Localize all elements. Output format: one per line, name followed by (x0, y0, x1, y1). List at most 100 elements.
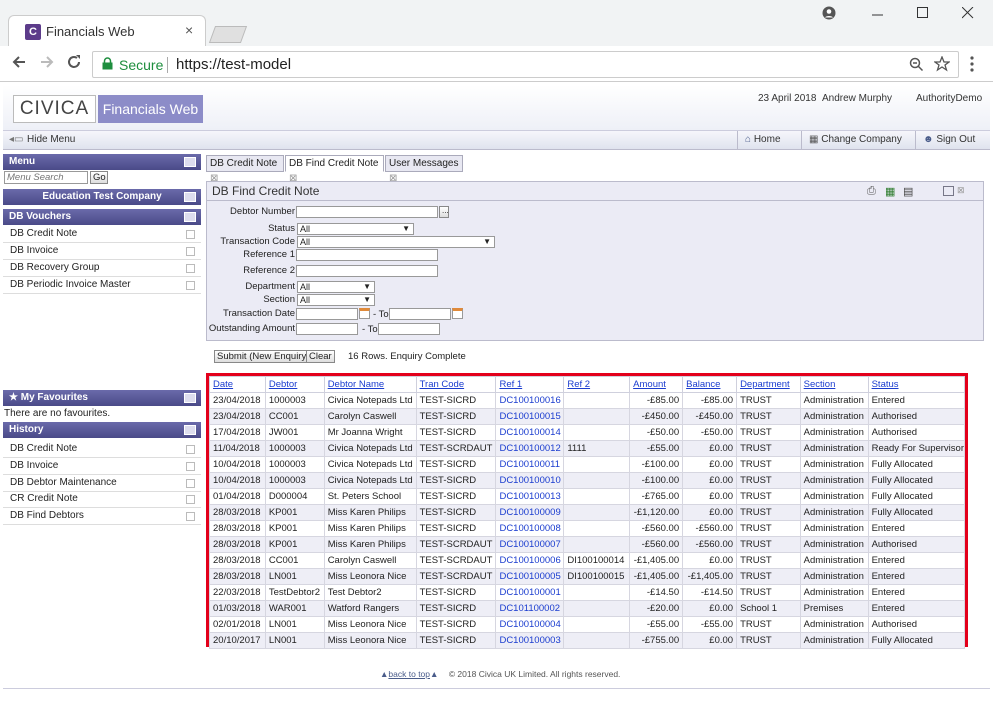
open-link-icon[interactable] (186, 445, 195, 454)
sign-out-button[interactable]: ☻ Sign Out (923, 134, 975, 145)
history-item-cr-credit-note[interactable]: CR Credit Note (3, 491, 201, 508)
clear-button[interactable]: Clear (306, 350, 335, 363)
history-item-db-invoice[interactable]: DB Invoice (3, 458, 201, 475)
bookmark-star-icon[interactable] (933, 55, 951, 75)
panel-close-icon[interactable]: ⊠ (957, 185, 965, 196)
table-cell[interactable]: DC100100005 (495, 568, 565, 585)
table-cell[interactable]: DC100100007 (495, 536, 565, 553)
table-cell[interactable]: DC100100003 (495, 632, 565, 649)
reference2-input[interactable] (296, 265, 438, 277)
table-row[interactable]: 11/04/2018 1000003 Civica Notepads Ltd TEST… (209, 440, 966, 457)
status-select[interactable]: All ▼ (297, 223, 414, 235)
back-to-top-link[interactable]: back to top (388, 669, 430, 679)
open-link-icon[interactable] (186, 495, 195, 504)
tab-db-find-credit-note[interactable]: DB Find Credit Note ⊠ (285, 155, 384, 184)
submit-new-enquiry-button[interactable]: Submit (New Enquiry) (214, 350, 313, 363)
table-cell[interactable]: DC100100009 (495, 504, 565, 521)
table-row[interactable]: 28/03/2018 KP001 Miss Karen Philips TEST-SI… (209, 504, 966, 521)
panel-toggle-icon[interactable] (184, 192, 196, 202)
open-link-icon[interactable] (186, 479, 195, 488)
table-row[interactable]: 10/04/2018 1000003 Civica Notepads Ltd TEST… (209, 456, 966, 473)
maximize-icon[interactable] (917, 6, 929, 23)
table-row[interactable]: 23/04/2018 1000003 Civica Notepads Ltd TEST… (209, 392, 966, 409)
column-header[interactable]: Ref 2 (563, 376, 631, 393)
sidebar-item-db-credit-note[interactable]: DB Credit Note (3, 226, 201, 243)
outstanding-amount-from-input[interactable] (296, 323, 358, 335)
column-header[interactable]: Debtor Name (323, 376, 417, 393)
layout-icon[interactable]: ▤ (903, 185, 913, 198)
table-row[interactable]: 20/10/2017 LN001 Miss Leonora Nice TEST-SIC… (209, 632, 966, 649)
table-row[interactable]: 28/03/2018 LN001 Miss Leonora Nice TEST-SCR… (209, 568, 966, 585)
browser-tab[interactable]: C Financials Web × (8, 15, 206, 46)
column-header[interactable]: Tran Code (415, 376, 497, 393)
column-header[interactable]: Amount (629, 376, 684, 393)
back-icon[interactable] (11, 54, 27, 75)
url-text[interactable]: https://test-model (176, 56, 291, 73)
table-cell[interactable]: DC100100012 (495, 440, 565, 457)
change-company-button[interactable]: ▦ Change Company (809, 134, 902, 145)
browser-menu-icon[interactable] (970, 56, 974, 75)
calendar-icon[interactable] (452, 308, 463, 319)
table-cell[interactable]: DC100100014 (495, 424, 565, 441)
history-item-db-find-debtors[interactable]: DB Find Debtors (3, 508, 201, 525)
open-link-icon[interactable] (186, 512, 195, 521)
omnibox[interactable]: Secure https://test-model (92, 51, 959, 78)
table-cell[interactable]: DC100100011 (495, 456, 565, 473)
open-link-icon[interactable] (186, 281, 195, 290)
department-select[interactable]: All ▼ (297, 281, 375, 293)
forward-icon[interactable] (39, 54, 55, 75)
print-icon[interactable]: ⎙ (867, 185, 876, 198)
transaction-code-select[interactable]: All ▼ (297, 236, 495, 248)
table-row[interactable]: 23/04/2018 CC001 Carolyn Caswell TEST-SICRD… (209, 408, 966, 425)
table-row[interactable]: 22/03/2018 TestDebtor2 Test Debtor2 TEST-SI… (209, 584, 966, 601)
zoom-icon[interactable] (909, 57, 924, 75)
export-icon[interactable]: ▦ (885, 185, 895, 198)
panel-toggle-icon[interactable] (184, 425, 196, 435)
reference1-input[interactable] (296, 249, 438, 261)
column-header[interactable]: Status (867, 376, 966, 393)
table-cell[interactable]: DC101100002 (495, 600, 565, 617)
table-cell[interactable]: DC100100004 (495, 616, 565, 633)
history-item-db-credit-note[interactable]: DB Credit Note (3, 441, 201, 458)
table-cell[interactable]: DC100100010 (495, 472, 565, 489)
transaction-date-to-input[interactable] (389, 308, 451, 320)
table-cell[interactable]: DC100100008 (495, 520, 565, 537)
column-header[interactable]: Section (799, 376, 869, 393)
hide-menu-button[interactable]: ◂▭ Hide Menu (9, 134, 75, 145)
section-select[interactable]: All ▼ (297, 294, 375, 306)
table-cell[interactable]: DC100100013 (495, 488, 565, 505)
expand-icon[interactable] (184, 212, 196, 222)
profile-icon[interactable] (822, 6, 836, 24)
table-row[interactable]: 01/03/2018 WAR001 Watford Rangers TEST-SICR… (209, 600, 966, 617)
table-row[interactable]: 01/04/2018 D000004 St. Peters School TEST-S… (209, 488, 966, 505)
tab-db-credit-note[interactable]: DB Credit Note ⊠ (206, 155, 284, 184)
open-link-icon[interactable] (186, 462, 195, 471)
minimize-icon[interactable] (872, 6, 884, 23)
table-row[interactable]: 28/03/2018 KP001 Miss Karen Philips TEST-SI… (209, 520, 966, 537)
table-row[interactable]: 17/04/2018 JW001 Mr Joanna Wright TEST-SICR… (209, 424, 966, 441)
table-cell[interactable]: DC100100006 (495, 552, 565, 569)
table-cell[interactable]: DC100100001 (495, 584, 565, 601)
column-header[interactable]: Debtor (264, 376, 325, 393)
open-link-icon[interactable] (186, 230, 195, 239)
tab-user-messages[interactable]: User Messages ⊠ (385, 155, 463, 184)
new-tab-button[interactable] (208, 26, 248, 43)
table-row[interactable]: 10/04/2018 1000003 Civica Notepads Ltd TEST… (209, 472, 966, 489)
column-header[interactable]: Balance (682, 376, 738, 393)
restore-icon[interactable] (943, 186, 954, 196)
column-header[interactable]: Ref 1 (495, 376, 565, 393)
table-cell[interactable]: DC100100016 (495, 392, 565, 409)
panel-toggle-icon[interactable] (184, 157, 196, 167)
outstanding-amount-to-input[interactable] (378, 323, 440, 335)
transaction-date-from-input[interactable] (296, 308, 358, 320)
menu-search-input[interactable] (4, 171, 88, 184)
column-header[interactable]: Date (209, 376, 266, 393)
history-item-db-debtor-maintenance[interactable]: DB Debtor Maintenance (3, 475, 201, 492)
table-row[interactable]: 28/03/2018 KP001 Miss Karen Philips TEST-SC… (209, 536, 966, 553)
menu-search-go-button[interactable]: Go (90, 171, 108, 184)
column-header[interactable]: Department (736, 376, 801, 393)
open-link-icon[interactable] (186, 264, 195, 273)
close-window-icon[interactable] (961, 6, 974, 23)
table-row[interactable]: 28/03/2018 CC001 Carolyn Caswell TEST-SCRDA… (209, 552, 966, 569)
calendar-icon[interactable] (359, 308, 370, 319)
